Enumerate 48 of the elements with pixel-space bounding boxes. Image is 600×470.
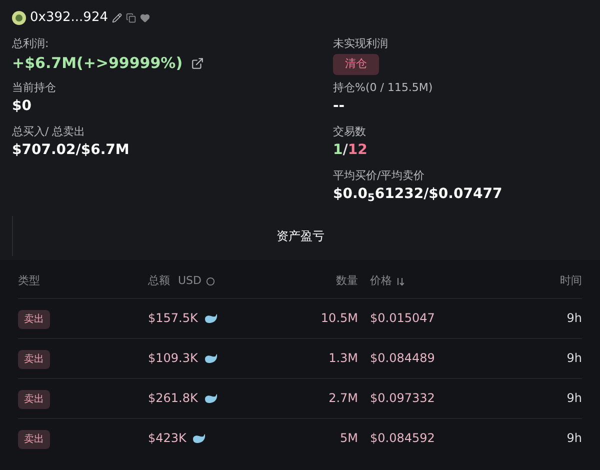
- time-cell-text: 9h: [566, 350, 582, 367]
- stat-label: 总利润:: [12, 36, 49, 52]
- quantity-cell-text: 1.3M: [328, 350, 358, 367]
- stat-label: 交易数: [333, 124, 366, 140]
- type-badge: 卖出: [18, 310, 50, 329]
- status-badge: 清仓: [333, 54, 379, 74]
- column-header: 价格: [370, 273, 392, 290]
- column-header: 时间: [559, 273, 582, 290]
- stat-value: $707.02/$6.7M: [12, 141, 130, 160]
- time-cell-text: 9h: [566, 430, 582, 447]
- stat-value: +$6.7M(+>99999%): [12, 53, 183, 74]
- quantity-cell-text: 5M: [339, 430, 358, 447]
- column-header: 数量: [335, 273, 358, 290]
- type-badge: 卖出: [18, 430, 50, 449]
- wallet-address: 0x392...924: [30, 9, 108, 27]
- avatar-icon: [12, 10, 26, 25]
- stat-label: 平均买价/平均卖价: [333, 168, 425, 184]
- stat-label: 持仓%(0 / 115.5M): [333, 80, 433, 96]
- price-cell-text: $0.015047: [370, 310, 436, 327]
- section-tab[interactable]: 资产盈亏: [12, 216, 588, 256]
- stat-value: 1/12: [333, 141, 368, 160]
- heart-icon[interactable]: [140, 12, 150, 23]
- amount-cell-text: $423K: [148, 430, 186, 447]
- time-cell-text: 9h: [566, 310, 582, 327]
- stat-value: --: [333, 97, 345, 116]
- type-badge: 卖出: [18, 390, 50, 409]
- price-cell-text: $0.084592: [370, 430, 436, 447]
- stat-value: $0: [12, 97, 32, 116]
- type-badge: 卖出: [18, 350, 50, 369]
- amount-cell-text: $157.5K: [148, 310, 198, 327]
- quantity-cell-text: 2.7M: [328, 390, 358, 407]
- quantity-cell-text: 10.5M: [320, 310, 358, 327]
- stat-label: 未实现利润: [333, 36, 388, 52]
- stat-label: 总买入/ 总卖出: [12, 124, 86, 140]
- column-header[interactable]: USD: [178, 273, 202, 290]
- stat-label: 当前持仓: [12, 80, 56, 96]
- edit-icon[interactable]: [112, 12, 122, 23]
- amount-cell-text: $109.3K: [148, 350, 198, 367]
- time-cell-text: 9h: [566, 390, 582, 407]
- price-cell-text: $0.097332: [370, 390, 436, 407]
- copy-icon[interactable]: [126, 12, 136, 23]
- amount-cell-text: $261.8K: [148, 390, 198, 407]
- external-link-icon[interactable]: [190, 56, 204, 70]
- stat-value: $0.0$_{5}$61232/$0.07477: [333, 185, 502, 205]
- column-header: 类型: [18, 273, 41, 290]
- price-cell-text: $0.084489: [370, 350, 436, 367]
- column-header: 总额: [148, 273, 170, 290]
- sort-icon[interactable]: [396, 277, 404, 286]
